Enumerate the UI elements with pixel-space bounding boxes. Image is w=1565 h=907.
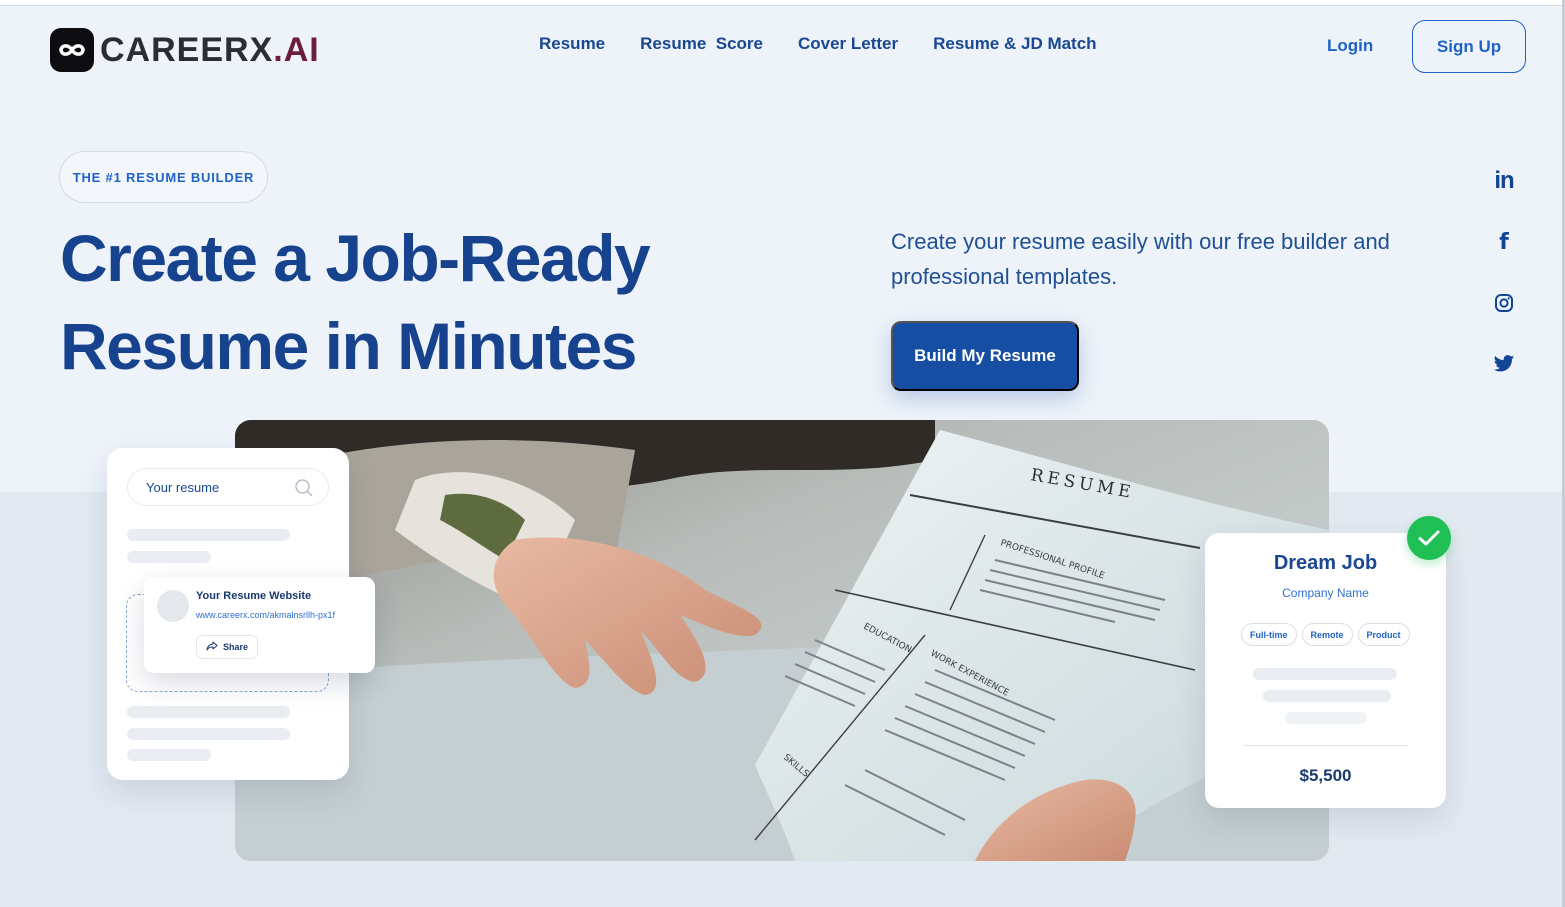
skeleton-line: [127, 529, 290, 541]
resume-search-placeholder: Your resume: [146, 479, 220, 495]
skeleton-line: [127, 749, 211, 761]
job-tag: Product: [1357, 623, 1410, 646]
build-resume-button[interactable]: Build My Resume: [891, 321, 1079, 391]
job-company: Company Name: [1282, 586, 1369, 600]
share-button[interactable]: Share: [196, 635, 259, 659]
job-salary: $5,500: [1299, 766, 1352, 785]
hero-subtext: Create your resume easily with our free …: [891, 229, 1390, 289]
nav-item-cover-letter[interactable]: Cover Letter: [798, 34, 898, 54]
resume-search-input[interactable]: Your resume: [127, 468, 329, 506]
login-link[interactable]: Login: [1327, 36, 1373, 56]
share-icon: [206, 641, 218, 653]
nav-item-resume-jd-match[interactable]: Resume & JD Match: [933, 34, 1096, 54]
infinity-icon: [50, 28, 94, 72]
brand-name-suffix: .AI: [273, 30, 320, 69]
hero-headline-line2: Resume in Minutes: [60, 309, 637, 383]
website-title: Your Resume Website: [196, 590, 312, 602]
brand-name: CAREERX.AI: [100, 31, 320, 70]
avatar: [157, 590, 189, 622]
job-title: Dream Job: [1273, 552, 1378, 574]
hero-badge: THE #1 RESUME BUILDER: [59, 151, 268, 203]
website-url[interactable]: www.careerx.com/akmalnsrllh-px1f: [196, 610, 335, 620]
skeleton-line: [127, 728, 290, 740]
main-nav: Resume Resume Score Cover Letter Resume …: [539, 34, 1097, 54]
share-label: Share: [223, 642, 249, 652]
skeleton-line: [1285, 712, 1367, 724]
resume-website-card: Your Resume Website www.careerx.com/akma…: [144, 577, 375, 673]
instagram-icon[interactable]: [1488, 287, 1520, 319]
nav-item-resume-score[interactable]: Resume Score: [640, 34, 763, 54]
social-links: in f: [1488, 165, 1520, 409]
hero-photo: RESUME PROFESSIONAL PROFILE EDUCATION WO…: [235, 420, 1329, 861]
linkedin-icon[interactable]: in: [1488, 165, 1520, 197]
twitter-icon[interactable]: [1488, 348, 1520, 380]
skeleton-line: [127, 551, 211, 563]
brand-name-main: CAREERX: [100, 30, 274, 69]
facebook-icon[interactable]: f: [1488, 226, 1520, 258]
skeleton-line: [1253, 668, 1397, 680]
skeleton-line: [1263, 690, 1391, 702]
top-border: [0, 0, 1565, 6]
divider: [1243, 745, 1408, 746]
check-icon: [1407, 516, 1451, 560]
job-tag: Remote: [1301, 623, 1353, 646]
dream-job-card: Dream Job Company Name Full-time Remote …: [1205, 533, 1446, 808]
hero-headline: Create a Job-Ready Resume in Minutes: [60, 214, 740, 390]
nav-item-resume[interactable]: Resume: [539, 34, 605, 54]
search-icon: [294, 478, 314, 501]
job-tag: Full-time: [1241, 623, 1297, 646]
skeleton-line: [127, 706, 290, 718]
brand-logo[interactable]: CAREERX.AI: [50, 28, 320, 72]
hero-headline-line1: Create a Job-Ready: [60, 221, 651, 295]
signup-button[interactable]: Sign Up: [1412, 20, 1526, 73]
job-tags: Full-time Remote Product: [1241, 623, 1410, 646]
